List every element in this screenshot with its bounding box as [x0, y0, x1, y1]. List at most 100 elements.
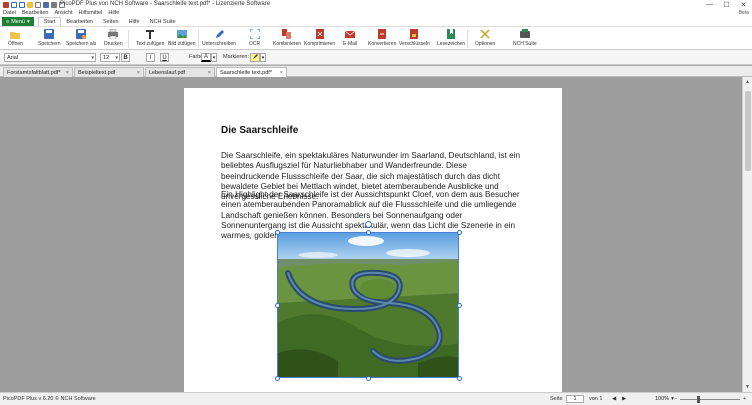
- resize-handle-bottom-right[interactable]: [457, 376, 462, 381]
- close-tab-icon[interactable]: ×: [208, 70, 211, 76]
- tab-hilfe[interactable]: Hilfe: [124, 17, 145, 26]
- resize-handle-bottom[interactable]: [366, 376, 371, 381]
- resize-handle-top[interactable]: [366, 230, 371, 235]
- resize-handle-left[interactable]: [275, 303, 280, 308]
- font-color-button[interactable]: A: [201, 53, 211, 62]
- page-label: Seite: [550, 396, 563, 402]
- highlight-dropdown[interactable]: ▾: [260, 53, 266, 62]
- saarschleife-photo[interactable]: [277, 232, 459, 378]
- compress-button[interactable]: Komprimieren: [304, 29, 335, 47]
- pdf-page[interactable]: Die Saarschleife Die Saarschleife, ein s…: [184, 88, 562, 398]
- version-text: PicoPDF Plus v 6.20 © NCH Software: [3, 396, 96, 402]
- save-label: Speichern: [38, 41, 61, 47]
- page-heading[interactable]: Die Saarschleife: [221, 125, 298, 136]
- doc-tab-label: Saarschleife text.pdf*: [220, 69, 272, 76]
- menu-bearbeiten[interactable]: Bearbeiten: [22, 10, 49, 16]
- open-button[interactable]: Öffnen: [8, 29, 23, 47]
- doc-tab-label: Lebenslauf.pdf: [149, 69, 186, 76]
- main-menu-button[interactable]: ≡ Menü ▾: [2, 17, 34, 26]
- doc-tab-saarschleife[interactable]: Saarschleife text.pdf* ×: [216, 67, 287, 77]
- zoom-in-icon[interactable]: +: [743, 396, 746, 402]
- folder-icon[interactable]: [27, 1, 33, 8]
- sign-button[interactable]: Unterschreiben: [202, 29, 236, 47]
- nch-suite-button[interactable]: NCH Suite: [513, 29, 537, 47]
- email-label: E-Mail: [343, 41, 358, 47]
- close-tab-icon[interactable]: ×: [137, 70, 140, 76]
- new-document-icon[interactable]: [35, 1, 41, 8]
- bold-button[interactable]: B: [121, 53, 130, 62]
- minimize-button[interactable]: —: [701, 0, 718, 9]
- font-color-dropdown[interactable]: ▾: [211, 53, 217, 62]
- bookmarks-button[interactable]: Lesezeichen: [437, 29, 465, 47]
- font-value: Arial: [7, 54, 19, 61]
- ribbon-separator: [467, 30, 468, 48]
- ribbon-separator: [128, 30, 129, 48]
- undo-icon[interactable]: [11, 1, 17, 8]
- doc-tab-beispieltext[interactable]: Beispieltext.pdf ×: [74, 67, 144, 77]
- resize-handle-right[interactable]: [457, 303, 462, 308]
- quick-access-toolbar: [0, 1, 65, 8]
- next-page-icon[interactable]: ▶: [622, 396, 626, 402]
- close-tab-icon[interactable]: ×: [66, 70, 69, 76]
- highlight-button[interactable]: [250, 53, 260, 62]
- maximize-button[interactable]: ☐: [718, 0, 735, 9]
- ocr-label: OCR: [249, 41, 261, 47]
- resize-handle-top-right[interactable]: [457, 230, 462, 235]
- sign-label: Unterschreiben: [202, 41, 236, 47]
- save-button[interactable]: Speichern: [38, 29, 61, 47]
- image-icon: [176, 29, 187, 39]
- menu-datei[interactable]: Datei: [3, 10, 16, 16]
- email-button[interactable]: E-Mail: [343, 29, 357, 47]
- menu-hilfe[interactable]: Hilfe: [108, 10, 119, 16]
- resize-handle-bottom-left[interactable]: [275, 376, 280, 381]
- convert-button[interactable]: Konvertieren: [368, 29, 396, 47]
- italic-button[interactable]: I: [146, 53, 155, 62]
- add-text-label: Text zufügen: [136, 41, 165, 47]
- vertical-scrollbar[interactable]: ▲ ▼: [742, 77, 752, 392]
- menu-hilfsmittel[interactable]: Hilfsmittel: [79, 10, 103, 16]
- add-image-button[interactable]: Bild zufügen: [168, 29, 196, 47]
- tab-bearbeiten[interactable]: Bearbeiten: [61, 17, 98, 26]
- tab-nch-suite[interactable]: NCH Suite: [145, 17, 181, 26]
- font-select[interactable]: Arial ▾: [4, 53, 96, 62]
- page-number-input[interactable]: 1: [566, 395, 584, 403]
- menu-ansicht[interactable]: Ansicht: [54, 10, 72, 16]
- main-menu-label: Menü: [11, 18, 25, 25]
- add-image-label: Bild zufügen: [168, 41, 196, 47]
- options-button[interactable]: Optionen: [475, 29, 495, 47]
- doc-tab-lebenslauf[interactable]: Lebenslauf.pdf ×: [145, 67, 215, 77]
- close-tab-icon[interactable]: ×: [280, 70, 283, 76]
- doc-tab-forstamtsfaltblatt[interactable]: Forstamtsfaltblatt.pdf* ×: [3, 67, 73, 77]
- print-icon[interactable]: [51, 1, 57, 8]
- print-button[interactable]: Drucken: [104, 29, 123, 47]
- save-as-button[interactable]: Speichern als: [66, 29, 96, 47]
- font-size-select[interactable]: 12 ▾: [100, 53, 120, 62]
- save-icon[interactable]: [43, 1, 49, 8]
- resize-handle-top-left[interactable]: [275, 230, 280, 235]
- beta-label: Beta: [738, 10, 749, 16]
- window-title: PicoPDF Plus von NCH Software - Saarschl…: [60, 1, 271, 7]
- title-bar: PicoPDF Plus von NCH Software - Saarschl…: [0, 0, 752, 9]
- combine-label: Kombinieren: [273, 41, 302, 47]
- doc-tab-label: Beispieltext.pdf: [78, 69, 116, 76]
- tab-start[interactable]: Start: [37, 17, 62, 26]
- combine-button[interactable]: Kombinieren: [273, 29, 301, 47]
- add-text-button[interactable]: Text zufügen: [136, 29, 164, 47]
- zoom-slider[interactable]: [680, 399, 740, 400]
- scroll-down-icon[interactable]: ▼: [745, 384, 750, 390]
- scroll-up-icon[interactable]: ▲: [745, 79, 750, 85]
- hamburger-icon: ≡: [6, 18, 10, 25]
- rotate-handle[interactable]: [365, 221, 372, 228]
- redo-icon[interactable]: [19, 1, 25, 8]
- zoom-slider-knob[interactable]: [697, 396, 700, 403]
- document-tabs: Forstamtsfaltblatt.pdf* × Beispieltext.p…: [0, 66, 752, 77]
- zoom-out-icon[interactable]: −: [674, 396, 677, 402]
- prev-page-icon[interactable]: ◀: [612, 396, 616, 402]
- underline-button[interactable]: U: [160, 53, 169, 62]
- ocr-button[interactable]: OCR: [249, 29, 260, 47]
- tab-seiten[interactable]: Seiten: [98, 17, 124, 26]
- encrypt-button[interactable]: Verschlüsseln: [399, 29, 430, 47]
- close-button[interactable]: ✕: [735, 0, 752, 9]
- scrollbar-thumb[interactable]: [745, 91, 751, 171]
- encrypt-label: Verschlüsseln: [399, 41, 430, 47]
